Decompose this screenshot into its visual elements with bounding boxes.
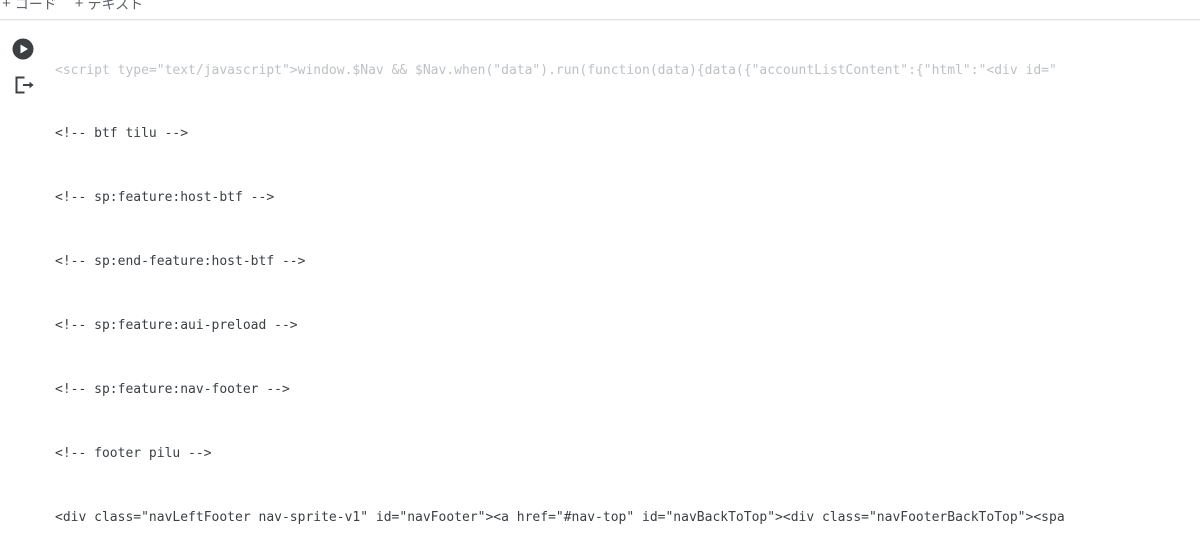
- output-line: <!-- sp:feature:host-btf -->: [55, 190, 275, 206]
- output-code-text: <script type="text/javascript">window.$N…: [0, 21, 1200, 552]
- output-line: <script type="text/javascript">window.$N…: [55, 63, 1057, 78]
- add-text-cell-label: テキスト: [87, 0, 144, 12]
- cell-output-area: <script type="text/javascript">window.$N…: [0, 21, 1200, 552]
- notebook-toolbar: + コード + テキスト: [0, 0, 1200, 19]
- output-line: <!-- sp:end-feature:host-btf -->: [55, 253, 306, 269]
- output-line: <div class="navLeftFooter nav-sprite-v1"…: [55, 509, 1065, 525]
- add-code-cell-button[interactable]: + コード: [2, 0, 57, 18]
- output-line: <!-- footer pilu -->: [55, 445, 212, 461]
- output-line: <!-- sp:feature:nav-footer -->: [55, 381, 290, 397]
- plus-icon: +: [74, 0, 84, 12]
- plus-icon: +: [2, 0, 11, 12]
- output-line: <!-- btf tilu -->: [55, 126, 189, 142]
- output-line: <!-- sp:feature:aui-preload -->: [55, 317, 298, 333]
- add-text-cell-button[interactable]: + テキスト: [75, 0, 143, 18]
- add-code-cell-label: コード: [14, 0, 57, 12]
